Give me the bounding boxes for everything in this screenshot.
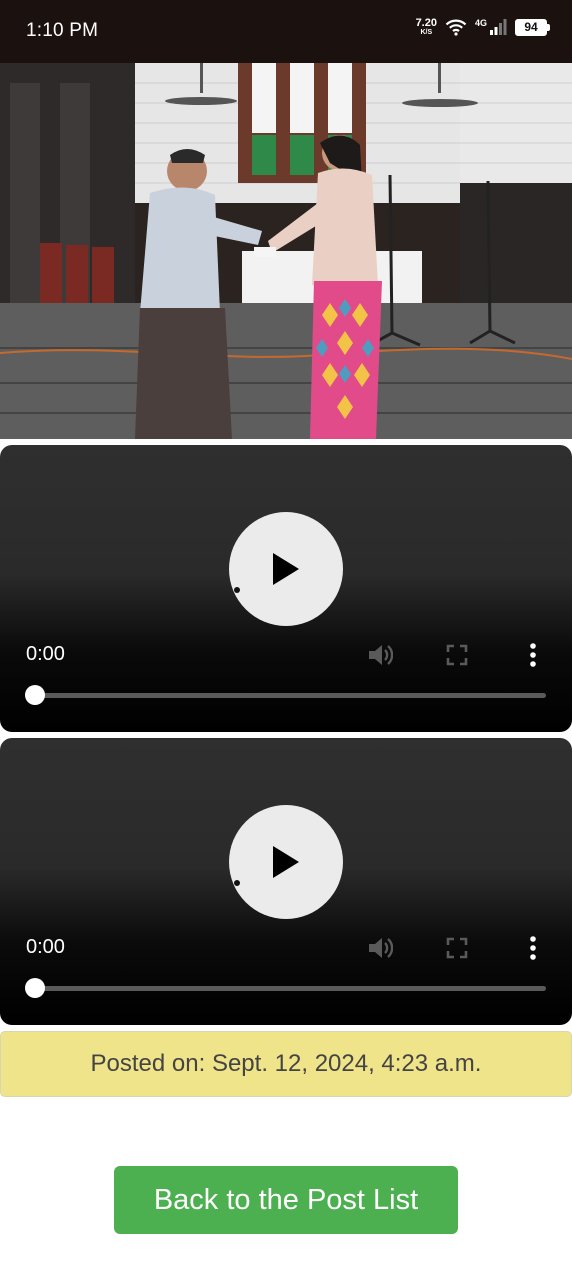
status-bar: 1:10 PM 7.20 K/S 4G 94 xyxy=(0,0,572,63)
play-button[interactable] xyxy=(229,512,343,626)
net-speed-value: 7.20 xyxy=(415,17,437,29)
status-time: 1:10 PM xyxy=(26,20,99,41)
handshake-photo-image xyxy=(0,63,572,439)
battery-icon: 94 xyxy=(515,18,550,36)
more-vertical-icon xyxy=(530,936,536,960)
posted-on-text: Posted on: Sept. 12, 2024, 4:23 a.m. xyxy=(90,1050,482,1077)
progress-track[interactable] xyxy=(30,693,546,698)
back-button-label: Back to the Post List xyxy=(153,1183,419,1216)
play-icon xyxy=(273,553,299,585)
wifi-icon xyxy=(445,19,467,36)
status-icons: 7.20 K/S 4G 94 xyxy=(416,18,550,36)
video-time: 0:00 xyxy=(26,643,65,665)
more-options-button[interactable] xyxy=(519,641,547,669)
volume-button[interactable] xyxy=(366,934,394,962)
video-player-1[interactable]: 0:00 xyxy=(0,445,572,732)
back-to-post-list-button[interactable]: Back to the Post List xyxy=(114,1166,458,1234)
video-time: 0:00 xyxy=(26,936,65,958)
signal-icon xyxy=(490,19,507,35)
fullscreen-icon xyxy=(446,644,468,666)
progress-thumb[interactable] xyxy=(25,685,45,705)
net-speed-indicator: 7.20 K/S xyxy=(415,17,437,37)
volume-muted-icon xyxy=(369,938,393,958)
more-vertical-icon xyxy=(530,643,536,667)
video-player-2[interactable]: 0:00 xyxy=(0,738,572,1025)
post-photo xyxy=(0,63,572,439)
volume-button[interactable] xyxy=(366,641,394,669)
network-type-label: 4G xyxy=(474,18,487,28)
progress-thumb[interactable] xyxy=(25,978,45,998)
battery-level: 94 xyxy=(515,18,547,36)
net-speed-unit: K/S xyxy=(420,29,433,36)
volume-muted-icon xyxy=(369,645,393,665)
fullscreen-icon xyxy=(446,937,468,959)
more-options-button[interactable] xyxy=(519,934,547,962)
fullscreen-button[interactable] xyxy=(443,641,471,669)
loading-dot xyxy=(234,880,240,886)
fullscreen-button[interactable] xyxy=(443,934,471,962)
posted-on-banner: Posted on: Sept. 12, 2024, 4:23 a.m. xyxy=(0,1031,572,1097)
play-button[interactable] xyxy=(229,805,343,919)
play-icon xyxy=(273,846,299,878)
progress-track[interactable] xyxy=(30,986,546,991)
loading-dot xyxy=(234,587,240,593)
